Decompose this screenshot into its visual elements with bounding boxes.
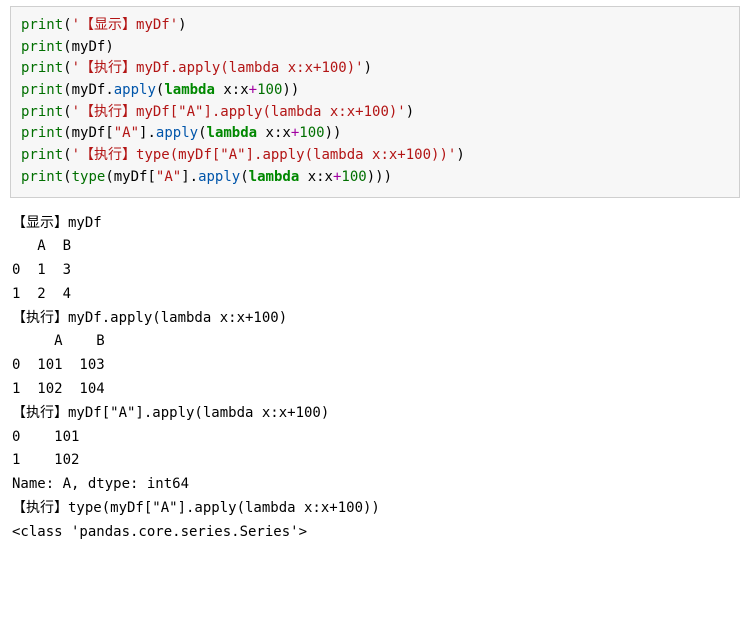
code-line-8: print(type(myDf["A"].apply(lambda x:x+10… xyxy=(21,169,392,185)
code-line-3: print('【执行】myDf.apply(lambda x:x+100)') xyxy=(21,60,372,76)
print-fn: print xyxy=(21,17,63,33)
code-line-5: print('【执行】myDf["A"].apply(lambda x:x+10… xyxy=(21,104,414,120)
stdout-output: 【显示】myDf A B 0 1 3 1 2 4 【执行】myDf.apply(… xyxy=(10,212,740,545)
code-line-7: print('【执行】type(myDf["A"].apply(lambda x… xyxy=(21,147,465,163)
print-fn: print xyxy=(21,125,63,141)
print-fn: print xyxy=(21,147,63,163)
print-fn: print xyxy=(21,60,63,76)
print-fn: print xyxy=(21,82,63,98)
code-input-cell: print('【显示】myDf') print(myDf) print('【执行… xyxy=(10,6,740,198)
print-fn: print xyxy=(21,169,63,185)
notebook-cell-pair: print('【显示】myDf') print(myDf) print('【执行… xyxy=(0,0,750,555)
code-line-1: print('【显示】myDf') xyxy=(21,17,187,33)
print-fn: print xyxy=(21,39,63,55)
print-fn: print xyxy=(21,104,63,120)
code-line-6: print(myDf["A"].apply(lambda x:x+100)) xyxy=(21,125,341,141)
code-line-2: print(myDf) xyxy=(21,39,114,55)
code-line-4: print(myDf.apply(lambda x:x+100)) xyxy=(21,82,299,98)
